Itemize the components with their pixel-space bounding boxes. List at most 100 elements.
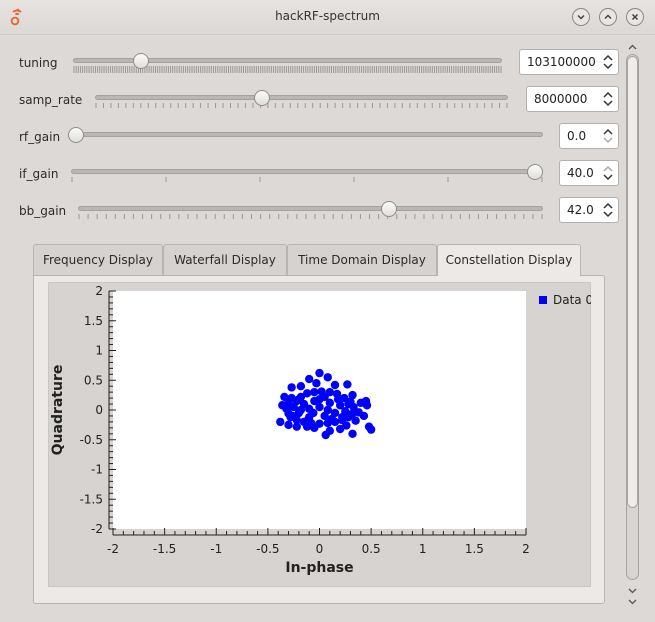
- x-tick-label: 0: [316, 542, 324, 556]
- tuning-spinbox[interactable]: 103100000: [519, 49, 619, 75]
- tuning-label: tuning: [19, 56, 58, 70]
- tuning-slider-handle[interactable]: [132, 53, 149, 69]
- bb-gain-value: 42.0: [567, 203, 594, 217]
- minimize-button[interactable]: [572, 8, 590, 26]
- data-point: [315, 395, 324, 404]
- rf-gain-label: rf_gain: [19, 130, 61, 144]
- bb-gain-slider-handle[interactable]: [381, 201, 398, 217]
- data-point: [312, 379, 321, 388]
- rf-gain-slider-handle[interactable]: [68, 127, 84, 143]
- data-point: [288, 411, 297, 421]
- y-axis-title: Quadrature: [50, 365, 66, 456]
- data-point: [366, 425, 376, 434]
- data-point: [327, 414, 337, 424]
- bb-gain-slider-ticks: [78, 214, 543, 219]
- close-icon: [631, 13, 639, 21]
- data-point: [348, 390, 357, 400]
- data-point: [330, 380, 340, 390]
- data-point: [292, 422, 301, 431]
- legend-marker: [539, 296, 547, 304]
- y-tick-label: 0: [95, 403, 103, 417]
- constellation-chart[interactable]: 2 1.5 1 0.5 0 -0.5 -1 -1.5 -2 -2 -1.5 -1 -0.5 0 0.5 1 1.…: [48, 282, 591, 587]
- y-tick-label: -2: [91, 522, 103, 536]
- samp-rate-spinbox[interactable]: 8000000: [526, 86, 619, 112]
- legend-label: Data 0: [553, 293, 591, 307]
- rf-gain-spinbox[interactable]: 0.0: [559, 123, 619, 149]
- data-point: [296, 382, 306, 391]
- spin-arrows-icon[interactable]: [602, 127, 614, 145]
- x-tick-label: 2: [522, 542, 530, 556]
- if-gain-value: 40.0: [567, 166, 594, 180]
- samp-rate-slider-ticks: [95, 103, 508, 108]
- bb-gain-spinbox[interactable]: 42.0: [559, 197, 619, 223]
- spin-arrows-icon[interactable]: [602, 53, 614, 71]
- spin-arrows-icon[interactable]: [602, 164, 614, 182]
- y-tick-label: -0.5: [80, 433, 103, 447]
- x-tick-label: -2: [107, 542, 119, 556]
- samp-rate-value: 8000000: [534, 92, 588, 106]
- tab-waterfall-display[interactable]: Waterfall Display: [163, 244, 287, 275]
- bb-gain-label: bb_gain: [19, 204, 67, 218]
- vertical-scrollbar-thumb[interactable]: [627, 56, 638, 508]
- data-point: [338, 412, 347, 422]
- data-point: [344, 399, 353, 409]
- data-point: [310, 387, 319, 397]
- x-tick-label: -0.5: [256, 542, 279, 556]
- if-gain-slider-ticks: [71, 177, 543, 182]
- window-title: hackRF-spectrum: [275, 9, 380, 23]
- data-point: [304, 374, 314, 384]
- data-point: [294, 395, 304, 404]
- x-axis-title: In-phase: [285, 560, 353, 576]
- spin-arrows-icon[interactable]: [602, 201, 614, 219]
- data-point: [296, 405, 306, 415]
- scroll-down-icon[interactable]: [626, 586, 639, 596]
- y-tick-label: 0.5: [84, 373, 103, 387]
- chevron-down-icon: [577, 14, 585, 20]
- data-point: [323, 373, 332, 382]
- data-point: [343, 380, 352, 389]
- x-tick-label: -1.5: [153, 542, 176, 556]
- data-point: [354, 408, 363, 417]
- tab-frequency-display[interactable]: Frequency Display: [33, 244, 163, 275]
- data-point: [325, 426, 335, 436]
- y-tick-label: -1: [91, 463, 103, 477]
- data-point: [356, 398, 365, 408]
- y-tick-label: 1: [95, 344, 103, 358]
- data-point: [351, 416, 360, 425]
- tab-time-domain-display[interactable]: Time Domain Display: [287, 244, 437, 275]
- data-point: [315, 402, 324, 412]
- tuning-value: 103100000: [527, 55, 596, 69]
- data-point: [333, 395, 343, 404]
- tab-constellation-display[interactable]: Constellation Display: [437, 244, 581, 276]
- scroll-down-icon[interactable]: [626, 597, 639, 607]
- x-tick-label: 1: [419, 542, 427, 556]
- x-tick-label: 0.5: [362, 542, 381, 556]
- data-point: [323, 405, 332, 415]
- data-point: [309, 408, 318, 418]
- if-gain-slider-track[interactable]: [71, 169, 543, 174]
- data-point: [276, 417, 285, 427]
- if-gain-label: if_gain: [19, 167, 59, 181]
- maximize-button[interactable]: [599, 8, 617, 26]
- spin-arrows-icon[interactable]: [602, 90, 614, 108]
- bb-gain-slider-track[interactable]: [78, 206, 543, 211]
- data-point: [302, 422, 312, 431]
- samp-rate-slider-handle[interactable]: [253, 90, 270, 106]
- scroll-up-icon[interactable]: [626, 42, 639, 52]
- y-tick-label: 1.5: [84, 314, 103, 328]
- data-point: [278, 401, 287, 410]
- samp-rate-label: samp_rate: [19, 93, 83, 107]
- rf-gain-slider-track[interactable]: [68, 132, 543, 137]
- title-bar: hackRF-spectrum: [0, 0, 655, 35]
- y-tick-label: 2: [95, 284, 103, 298]
- data-point: [342, 421, 351, 430]
- chevron-up-icon: [604, 14, 612, 20]
- if-gain-slider-handle[interactable]: [527, 164, 543, 180]
- data-point: [315, 368, 324, 378]
- samp-rate-slider-track[interactable]: [95, 95, 508, 100]
- if-gain-spinbox[interactable]: 40.0: [559, 160, 619, 186]
- y-tick-label: -1.5: [80, 492, 103, 506]
- data-point: [280, 392, 289, 402]
- close-button[interactable]: [626, 8, 644, 26]
- data-point: [287, 383, 296, 392]
